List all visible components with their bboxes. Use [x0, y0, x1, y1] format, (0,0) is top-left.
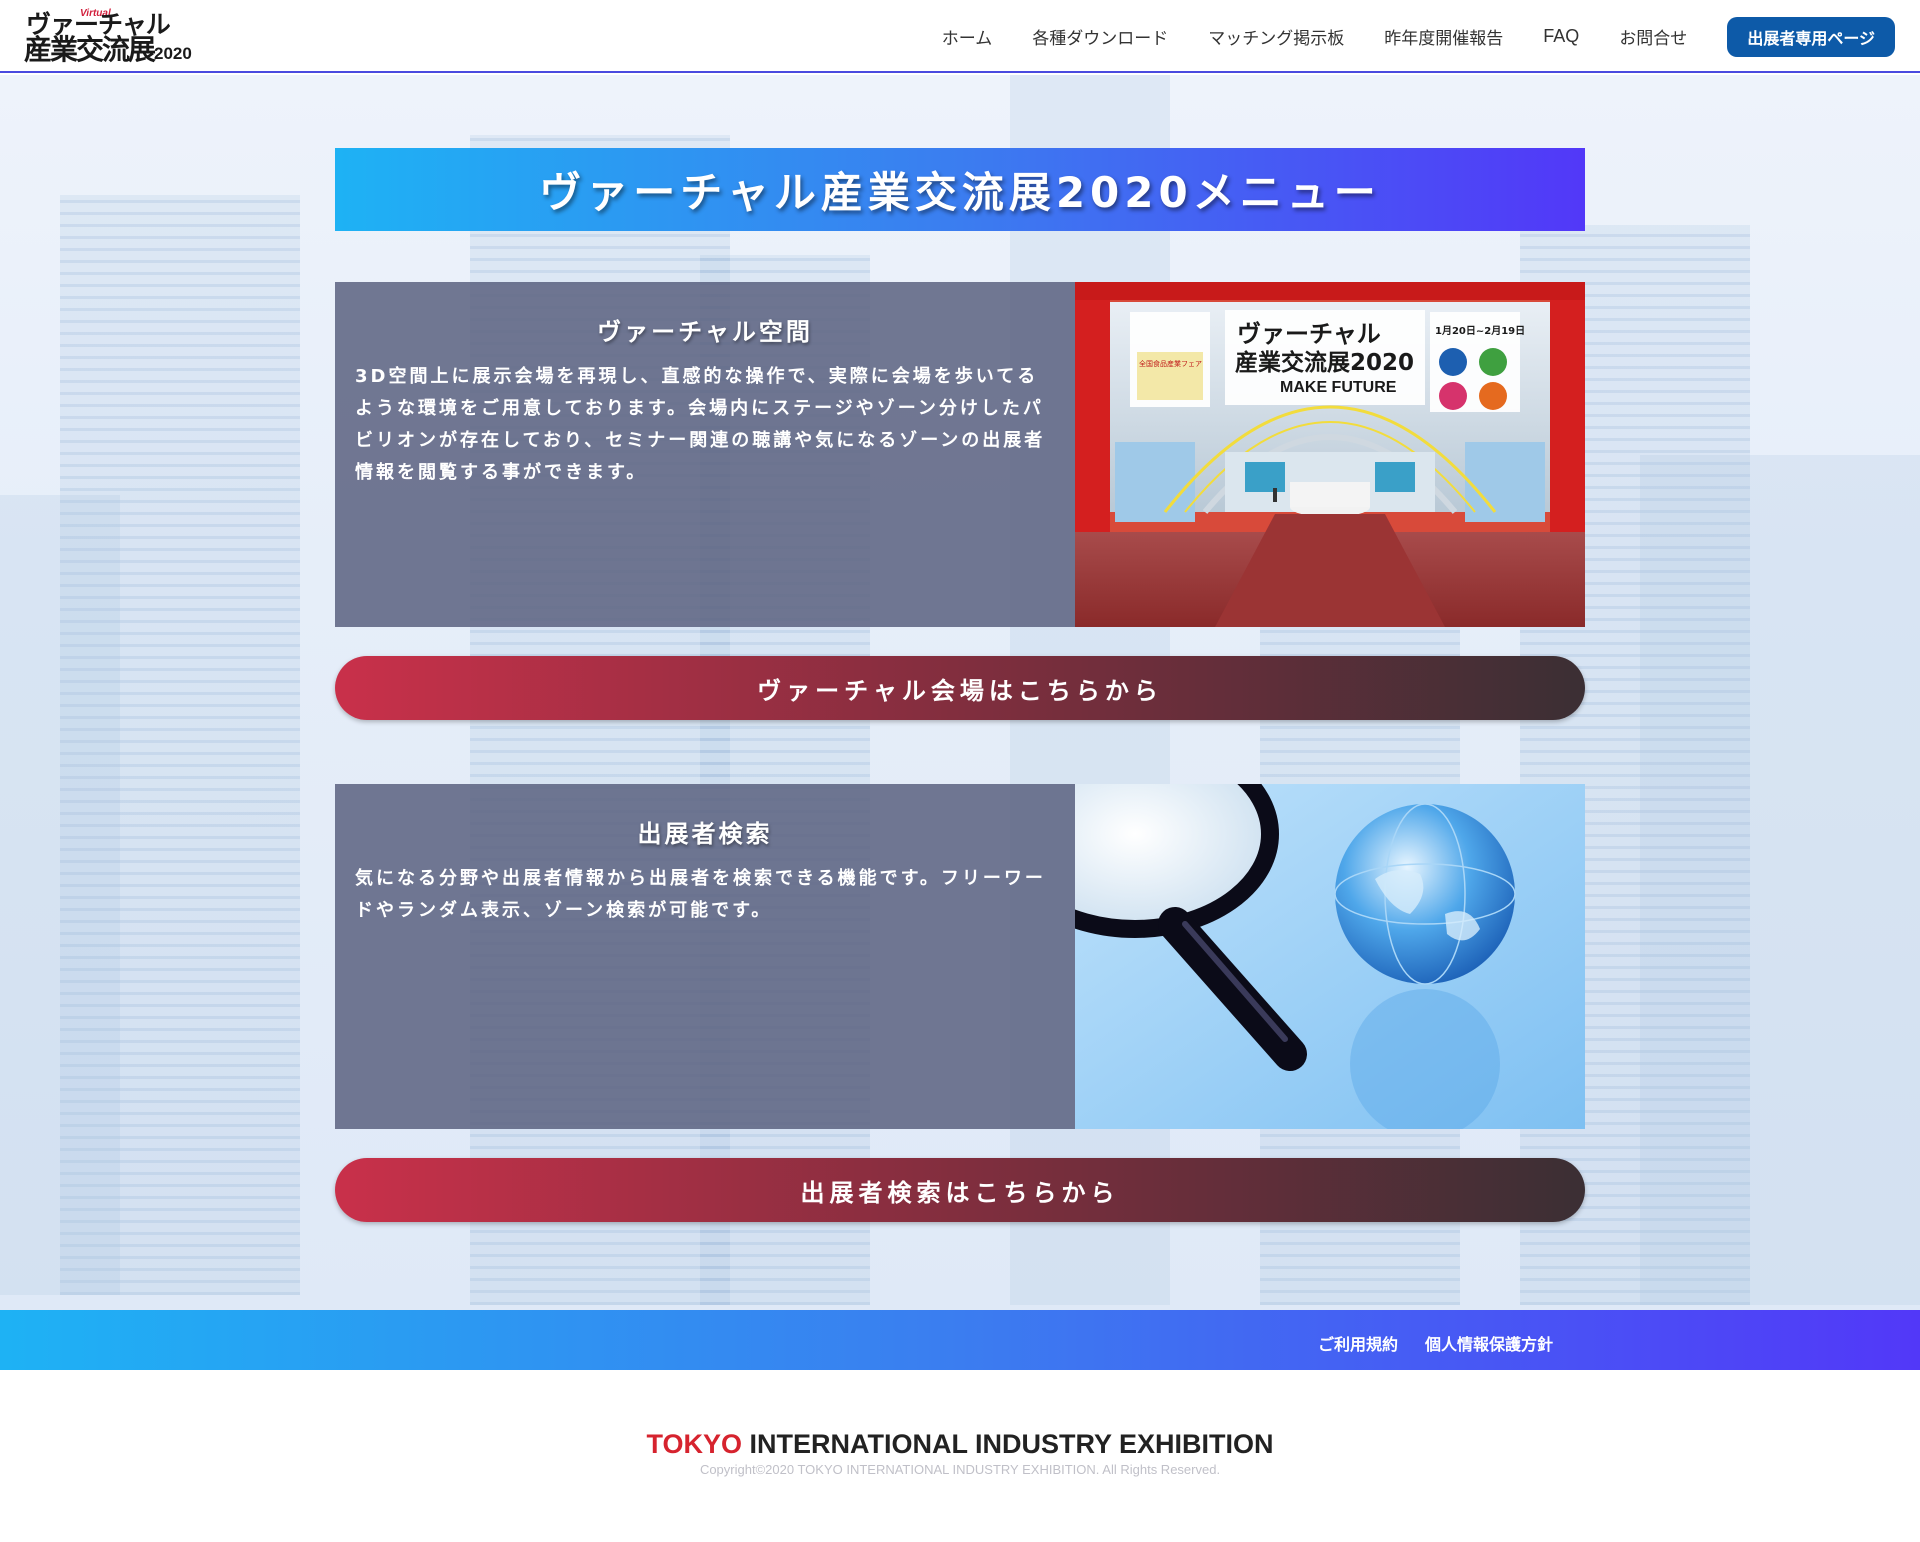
exhibitor-search-cta-button[interactable]: 出展者検索はこちらから	[335, 1158, 1585, 1222]
logo-line2: 産業交流展2020	[24, 36, 192, 68]
copyright-text: Copyright©2020 TOKYO INTERNATIONAL INDUS…	[699, 1462, 1221, 1477]
sign-dates: 1月20日~2月19日	[1435, 325, 1525, 337]
sign-icon	[1439, 348, 1467, 376]
virtual-space-title: ヴァーチャル空間	[597, 318, 813, 346]
bg-building	[1640, 455, 1920, 1305]
footer-bottom: TOKYO INTERNATIONAL INDUSTRY EXHIBITION …	[0, 1370, 1920, 1542]
exhibitor-search-card: 出展者検索 気になる分野や出展者情報から出展者を検索できる機能です。フリーワード…	[335, 784, 1585, 1129]
magnifier-globe-illustration	[1075, 784, 1585, 1129]
logo-line2-text: 産業交流展	[24, 33, 156, 66]
sign-fair-name: 全国食品産業フェア	[1139, 359, 1202, 368]
menu-title: ヴァーチャル産業交流展2020メニュー	[539, 168, 1381, 217]
nav-contact[interactable]: お問合せ	[1619, 24, 1687, 49]
virtual-venue-illustration: ヴァーチャル 産業交流展2020 MAKE FUTURE 全国食品産業フェア 1…	[1075, 282, 1585, 627]
nav-downloads[interactable]: 各種ダウンロード	[1032, 24, 1168, 49]
virtual-venue-cta-label: ヴァーチャル会場はこちらから	[757, 676, 1163, 705]
virtual-venue-cta-button[interactable]: ヴァーチャル会場はこちらから	[335, 656, 1585, 720]
sign-icon	[1479, 348, 1507, 376]
exhibitor-search-description: 気になる分野や出展者情報から出展者を検索できる機能です。フリーワードやランダム表…	[355, 868, 1046, 921]
footer-privacy-link[interactable]: 個人情報保護方針	[1425, 1331, 1553, 1355]
virtual-space-text-panel: ヴァーチャル空間 3D空間上に展示会場を再現し、直感的な操作で、実際に会場を歩い…	[335, 282, 1075, 627]
footer-logo-rest: INTERNATIONAL INDUSTRY EXHIBITION	[741, 1429, 1274, 1459]
nav-faq[interactable]: FAQ	[1543, 26, 1579, 47]
footer-link-bar: ご利用規約 個人情報保護方針	[0, 1310, 1920, 1370]
exhibitor-search-text-panel: 出展者検索 気になる分野や出展者情報から出展者を検索できる機能です。フリーワード…	[335, 784, 1075, 1129]
sign-title-line2: 産業交流展2020	[1235, 349, 1414, 376]
footer-terms-link[interactable]: ご利用規約	[1318, 1331, 1398, 1355]
sign-icon	[1479, 382, 1507, 410]
nav-home[interactable]: ホーム	[942, 24, 993, 49]
menu-title-banner: ヴァーチャル産業交流展2020メニュー	[335, 148, 1585, 231]
virtual-space-card: ヴァーチャル空間 3D空間上に展示会場を再現し、直感的な操作で、実際に会場を歩い…	[335, 282, 1585, 627]
virtual-venue-image: ヴァーチャル 産業交流展2020 MAKE FUTURE 全国食品産業フェア 1…	[1075, 282, 1585, 627]
exhibitor-page-button[interactable]: 出展者専用ページ	[1727, 16, 1895, 57]
globe-icon	[1335, 804, 1515, 984]
footer-logo: TOKYO INTERNATIONAL INDUSTRY EXHIBITION	[0, 1429, 1920, 1460]
logo-year: 2020	[154, 44, 192, 63]
footer-logo-tokyo: TOKYO	[646, 1429, 742, 1459]
exhibitor-search-title: 出展者検索	[637, 820, 773, 848]
site-header: Virtual ヴァーチャル 産業交流展2020 ホーム 各種ダウンロード マッ…	[0, 0, 1920, 73]
bg-building	[0, 495, 120, 1295]
magnifier-globe-image	[1075, 784, 1585, 1129]
sign-make-future: MAKE FUTURE	[1280, 379, 1397, 396]
sign-title-line1: ヴァーチャル	[1237, 320, 1381, 348]
exhibitor-search-cta-label: 出展者検索はこちらから	[800, 1178, 1120, 1207]
nav-matching-board[interactable]: マッチング掲示板	[1208, 24, 1344, 49]
nav-last-year-report[interactable]: 昨年度開催報告	[1384, 24, 1503, 49]
site-logo[interactable]: Virtual ヴァーチャル 産業交流展2020	[24, 8, 224, 64]
main-nav: ホーム 各種ダウンロード マッチング掲示板 昨年度開催報告 FAQ お問合せ 出…	[942, 0, 1920, 73]
virtual-space-description: 3D空間上に展示会場を再現し、直感的な操作で、実際に会場を歩いてるような環境をご…	[355, 366, 1046, 483]
sign-icon	[1439, 382, 1467, 410]
